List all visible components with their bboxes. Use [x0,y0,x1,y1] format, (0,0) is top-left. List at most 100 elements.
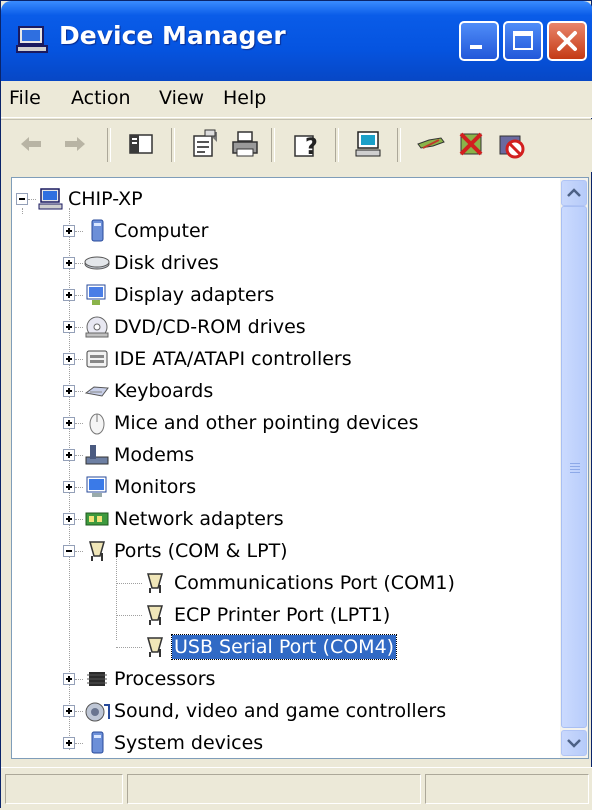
menu-help[interactable]: Help [223,87,266,109]
tree-item-label: Ports (COM & LPT) [114,540,288,562]
forward-arrow-icon[interactable] [59,128,91,160]
tree-item-system-devices[interactable]: System devices [12,728,552,758]
expand-toggle[interactable] [63,385,75,397]
expand-toggle[interactable] [63,225,75,237]
computer-icon [91,219,104,242]
tree-item-label: Keyboards [114,380,214,402]
tree-item-label: Communications Port (COM1) [174,572,455,594]
tree-item-label: Processors [114,668,216,690]
network-adapter-icon [85,512,109,526]
status-pane [127,774,421,804]
expand-toggle[interactable] [63,449,75,461]
sound-icon [85,702,110,722]
system-devices-icon [91,731,104,754]
menu-action[interactable]: Action [71,87,131,109]
update-driver-icon[interactable] [415,128,447,160]
port-icon [147,605,163,625]
expand-toggle[interactable] [63,705,75,717]
expand-toggle[interactable] [63,417,75,429]
tree-connector [75,359,83,360]
thumb-grip [570,469,580,470]
collapse-toggle[interactable] [63,545,75,557]
tree-item-label: Sound, video and game controllers [114,700,447,722]
toolbar-separator [335,128,339,162]
ide-controller-icon [86,350,108,368]
close-button[interactable] [547,21,587,61]
scan-hardware-changes-icon[interactable] [353,128,385,160]
scroll-thumb[interactable] [561,206,587,728]
help-icon[interactable]: ? [291,128,323,160]
properties-icon[interactable] [189,128,221,160]
tree-connector [75,551,83,552]
tree-item-network-adapters[interactable]: Network adapters [12,504,552,534]
toolbar: ? [1,119,592,172]
device-tree[interactable]: CHIP-XP Computer Disk drives Display adapt… [12,178,560,758]
tree-root-label: CHIP-XP [68,188,143,210]
tree-root[interactable]: CHIP-XP [12,184,552,214]
expand-toggle[interactable] [63,673,75,685]
tree-connector [75,327,83,328]
tree-item-sound-video-and-game-controllers[interactable]: Sound, video and game controllers [12,696,552,726]
tree-item-communications-port-com1[interactable]: Communications Port (COM1) [12,568,552,598]
maximize-button[interactable] [503,21,543,61]
expand-toggle[interactable] [63,353,75,365]
tree-connector [116,583,142,584]
port-icon [89,541,105,561]
display-adapter-icon [86,284,106,305]
toolbar-separator [271,128,275,162]
tree-item-label: Network adapters [114,508,284,530]
tree-item-usb-serial-port-com4[interactable]: USB Serial Port (COM4) [12,632,552,662]
expand-toggle[interactable] [63,321,75,333]
thumb-grip [570,463,580,464]
tree-item-dvd-cd-rom-drives[interactable]: DVD/CD-ROM drives [12,312,552,342]
expand-toggle[interactable] [63,737,75,749]
status-pane [425,774,589,804]
minimize-icon [470,45,482,49]
scroll-down-button[interactable] [561,730,587,756]
expand-toggle[interactable] [63,257,75,269]
title-bar[interactable]: Device Manager [1,1,592,81]
back-arrow-icon[interactable] [15,128,47,160]
expand-toggle[interactable] [63,513,75,525]
device-manager-window: Device Manager File Action View Help ? C… [0,0,592,810]
tree-item-ecp-printer-port-lpt1[interactable]: ECP Printer Port (LPT1) [12,600,552,630]
minimize-button[interactable] [459,21,499,61]
toolbar-separator [397,128,401,162]
tree-item-modems[interactable]: Modems [12,440,552,470]
expand-toggle[interactable] [63,289,75,301]
tree-item-ide-ata-atapi-controllers[interactable]: IDE ATA/ATAPI controllers [12,344,552,374]
maximize-icon [513,31,533,50]
tree-item-disk-drives[interactable]: Disk drives [12,248,552,278]
tree-item-ports-com-lpt[interactable]: Ports (COM & LPT) [12,536,552,566]
svg-text:?: ? [305,135,318,160]
tree-item-processors[interactable]: Processors [12,664,552,694]
device-tree-panel[interactable]: CHIP-XP Computer Disk drives Display adapt… [11,177,589,759]
tree-item-keyboards[interactable]: Keyboards [12,376,552,406]
tree-item-computer[interactable]: Computer [12,216,552,246]
toolbar-separator [107,128,111,162]
scroll-up-button[interactable] [561,180,587,206]
vertical-scrollbar[interactable] [560,178,588,758]
collapse-toggle[interactable] [16,193,28,205]
tree-connector [75,391,83,392]
tree-connector [75,263,83,264]
menu-bar: File Action View Help [1,81,592,118]
uninstall-icon[interactable] [455,128,487,160]
close-icon [557,31,577,51]
show-hide-console-tree-icon[interactable] [125,128,157,160]
processor-icon [87,672,107,686]
tree-item-monitors[interactable]: Monitors [12,472,552,502]
menu-view[interactable]: View [159,87,204,109]
tree-item-label: Modems [114,444,195,466]
tree-item-mice-and-other-pointing-devices[interactable]: Mice and other pointing devices [12,408,552,438]
device-manager-icon [16,26,48,53]
expand-toggle[interactable] [63,481,75,493]
dvd-drive-icon [85,316,109,338]
disable-icon[interactable] [495,128,527,160]
print-icon[interactable] [229,128,261,160]
tree-connector [116,647,142,648]
menu-file[interactable]: File [9,87,41,109]
tree-item-display-adapters[interactable]: Display adapters [12,280,552,310]
thumb-grip [570,472,580,473]
tree-connector [28,199,36,200]
